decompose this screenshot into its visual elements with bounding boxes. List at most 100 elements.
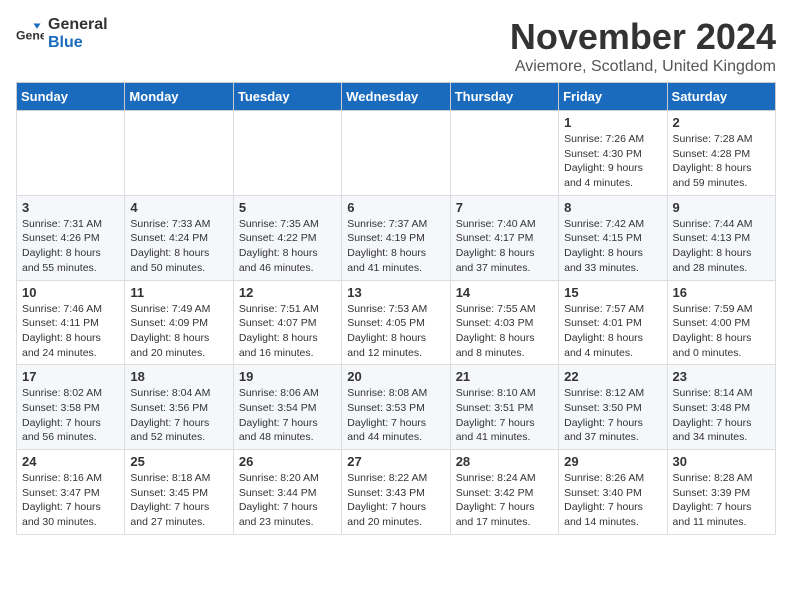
day-number: 18 — [130, 369, 227, 384]
calendar-cell: 24 Sunrise: 8:16 AM Sunset: 3:47 PM Dayli… — [17, 450, 125, 535]
day-number: 20 — [347, 369, 444, 384]
calendar-table: SundayMondayTuesdayWednesdayThursdayFrid… — [16, 82, 776, 535]
day-number: 9 — [673, 200, 770, 215]
day-number: 10 — [22, 285, 119, 300]
day-number: 24 — [22, 454, 119, 469]
day-info: Sunrise: 8:12 AM Sunset: 3:50 PM Dayligh… — [564, 386, 661, 445]
day-info: Sunrise: 7:57 AM Sunset: 4:01 PM Dayligh… — [564, 302, 661, 361]
calendar-cell: 18 Sunrise: 8:04 AM Sunset: 3:56 PM Dayli… — [125, 365, 233, 450]
calendar-cell: 26Sunrise: 8:20 AM Sunset: 3:44 PM Dayli… — [233, 450, 341, 535]
svg-text:General: General — [16, 28, 44, 42]
weekday-header: Monday — [125, 83, 233, 111]
day-info: Sunrise: 8:16 AM Sunset: 3:47 PM Dayligh… — [22, 471, 119, 530]
calendar-cell: 19 Sunrise: 8:06 AM Sunset: 3:54 PM Dayli… — [233, 365, 341, 450]
calendar-cell: 29 Sunrise: 8:26 AM Sunset: 3:40 PM Dayli… — [559, 450, 667, 535]
day-info: Sunrise: 7:51 AM Sunset: 4:07 PM Dayligh… — [239, 302, 336, 361]
logo-icon: General — [16, 20, 44, 48]
day-info: Sunrise: 7:44 AM Sunset: 4:13 PM Dayligh… — [673, 217, 770, 276]
calendar-cell: 21 Sunrise: 8:10 AM Sunset: 3:51 PM Dayli… — [450, 365, 558, 450]
day-info: Sunrise: 7:46 AM Sunset: 4:11 PM Dayligh… — [22, 302, 119, 361]
day-info: Sunrise: 8:24 AM Sunset: 3:42 PM Dayligh… — [456, 471, 553, 530]
calendar-week-row: 10 Sunrise: 7:46 AM Sunset: 4:11 PM Dayli… — [17, 280, 776, 365]
weekday-header: Saturday — [667, 83, 775, 111]
day-number: 29 — [564, 454, 661, 469]
title-area: November 2024 Aviemore, Scotland, United… — [510, 16, 776, 76]
calendar-cell: 7Sunrise: 7:40 AM Sunset: 4:17 PM Daylig… — [450, 195, 558, 280]
day-number: 13 — [347, 285, 444, 300]
day-info: Sunrise: 7:26 AM Sunset: 4:30 PM Dayligh… — [564, 132, 661, 191]
logo-blue: Blue — [48, 34, 83, 51]
day-number: 14 — [456, 285, 553, 300]
day-info: Sunrise: 7:59 AM Sunset: 4:00 PM Dayligh… — [673, 302, 770, 361]
calendar-week-row: 1 Sunrise: 7:26 AM Sunset: 4:30 PM Daylig… — [17, 111, 776, 196]
day-number: 15 — [564, 285, 661, 300]
calendar-cell — [342, 111, 450, 196]
day-number: 19 — [239, 369, 336, 384]
day-info: Sunrise: 8:08 AM Sunset: 3:53 PM Dayligh… — [347, 386, 444, 445]
day-number: 1 — [564, 115, 661, 130]
calendar-cell: 11 Sunrise: 7:49 AM Sunset: 4:09 PM Dayli… — [125, 280, 233, 365]
calendar-cell: 16 Sunrise: 7:59 AM Sunset: 4:00 PM Dayli… — [667, 280, 775, 365]
day-number: 16 — [673, 285, 770, 300]
day-info: Sunrise: 7:37 AM Sunset: 4:19 PM Dayligh… — [347, 217, 444, 276]
calendar-week-row: 24 Sunrise: 8:16 AM Sunset: 3:47 PM Dayli… — [17, 450, 776, 535]
calendar-cell: 8Sunrise: 7:42 AM Sunset: 4:15 PM Daylig… — [559, 195, 667, 280]
calendar-cell: 10 Sunrise: 7:46 AM Sunset: 4:11 PM Dayli… — [17, 280, 125, 365]
day-info: Sunrise: 8:28 AM Sunset: 3:39 PM Dayligh… — [673, 471, 770, 530]
day-number: 26 — [239, 454, 336, 469]
day-info: Sunrise: 8:06 AM Sunset: 3:54 PM Dayligh… — [239, 386, 336, 445]
calendar-cell — [125, 111, 233, 196]
day-number: 4 — [130, 200, 227, 215]
weekday-header: Friday — [559, 83, 667, 111]
weekday-header: Tuesday — [233, 83, 341, 111]
day-number: 3 — [22, 200, 119, 215]
weekday-header: Thursday — [450, 83, 558, 111]
calendar-cell: 4Sunrise: 7:33 AM Sunset: 4:24 PM Daylig… — [125, 195, 233, 280]
calendar-cell: 22 Sunrise: 8:12 AM Sunset: 3:50 PM Dayli… — [559, 365, 667, 450]
day-info: Sunrise: 7:49 AM Sunset: 4:09 PM Dayligh… — [130, 302, 227, 361]
calendar-cell: 17Sunrise: 8:02 AM Sunset: 3:58 PM Dayli… — [17, 365, 125, 450]
day-info: Sunrise: 7:28 AM Sunset: 4:28 PM Dayligh… — [673, 132, 770, 191]
calendar-cell: 28 Sunrise: 8:24 AM Sunset: 3:42 PM Dayli… — [450, 450, 558, 535]
day-number: 21 — [456, 369, 553, 384]
day-info: Sunrise: 8:26 AM Sunset: 3:40 PM Dayligh… — [564, 471, 661, 530]
day-number: 28 — [456, 454, 553, 469]
day-info: Sunrise: 7:31 AM Sunset: 4:26 PM Dayligh… — [22, 217, 119, 276]
day-number: 11 — [130, 285, 227, 300]
day-number: 27 — [347, 454, 444, 469]
day-number: 6 — [347, 200, 444, 215]
page-header: General General Blue November 2024 Aviem… — [16, 16, 776, 76]
day-number: 8 — [564, 200, 661, 215]
calendar-cell: 25 Sunrise: 8:18 AM Sunset: 3:45 PM Dayli… — [125, 450, 233, 535]
calendar-cell: 30Sunrise: 8:28 AM Sunset: 3:39 PM Dayli… — [667, 450, 775, 535]
month-title: November 2024 — [510, 16, 776, 58]
day-info: Sunrise: 8:10 AM Sunset: 3:51 PM Dayligh… — [456, 386, 553, 445]
calendar-cell: 27 Sunrise: 8:22 AM Sunset: 3:43 PM Dayli… — [342, 450, 450, 535]
day-info: Sunrise: 8:22 AM Sunset: 3:43 PM Dayligh… — [347, 471, 444, 530]
calendar-week-row: 17Sunrise: 8:02 AM Sunset: 3:58 PM Dayli… — [17, 365, 776, 450]
calendar-cell: 2 Sunrise: 7:28 AM Sunset: 4:28 PM Daylig… — [667, 111, 775, 196]
calendar-cell: 15 Sunrise: 7:57 AM Sunset: 4:01 PM Dayli… — [559, 280, 667, 365]
day-info: Sunrise: 7:35 AM Sunset: 4:22 PM Dayligh… — [239, 217, 336, 276]
calendar-cell: 9 Sunrise: 7:44 AM Sunset: 4:13 PM Daylig… — [667, 195, 775, 280]
day-info: Sunrise: 8:18 AM Sunset: 3:45 PM Dayligh… — [130, 471, 227, 530]
day-info: Sunrise: 8:04 AM Sunset: 3:56 PM Dayligh… — [130, 386, 227, 445]
location-title: Aviemore, Scotland, United Kingdom — [510, 58, 776, 76]
calendar-cell: 20 Sunrise: 8:08 AM Sunset: 3:53 PM Dayli… — [342, 365, 450, 450]
day-number: 25 — [130, 454, 227, 469]
calendar-week-row: 3 Sunrise: 7:31 AM Sunset: 4:26 PM Daylig… — [17, 195, 776, 280]
day-number: 2 — [673, 115, 770, 130]
calendar-cell: 23Sunrise: 8:14 AM Sunset: 3:48 PM Dayli… — [667, 365, 775, 450]
day-number: 7 — [456, 200, 553, 215]
calendar-cell: 5 Sunrise: 7:35 AM Sunset: 4:22 PM Daylig… — [233, 195, 341, 280]
day-info: Sunrise: 8:02 AM Sunset: 3:58 PM Dayligh… — [22, 386, 119, 445]
weekday-header-row: SundayMondayTuesdayWednesdayThursdayFrid… — [17, 83, 776, 111]
day-number: 23 — [673, 369, 770, 384]
day-number: 22 — [564, 369, 661, 384]
day-number: 5 — [239, 200, 336, 215]
calendar-cell — [450, 111, 558, 196]
calendar-cell — [17, 111, 125, 196]
weekday-header: Wednesday — [342, 83, 450, 111]
calendar-cell: 1 Sunrise: 7:26 AM Sunset: 4:30 PM Daylig… — [559, 111, 667, 196]
calendar-cell: 13Sunrise: 7:53 AM Sunset: 4:05 PM Dayli… — [342, 280, 450, 365]
